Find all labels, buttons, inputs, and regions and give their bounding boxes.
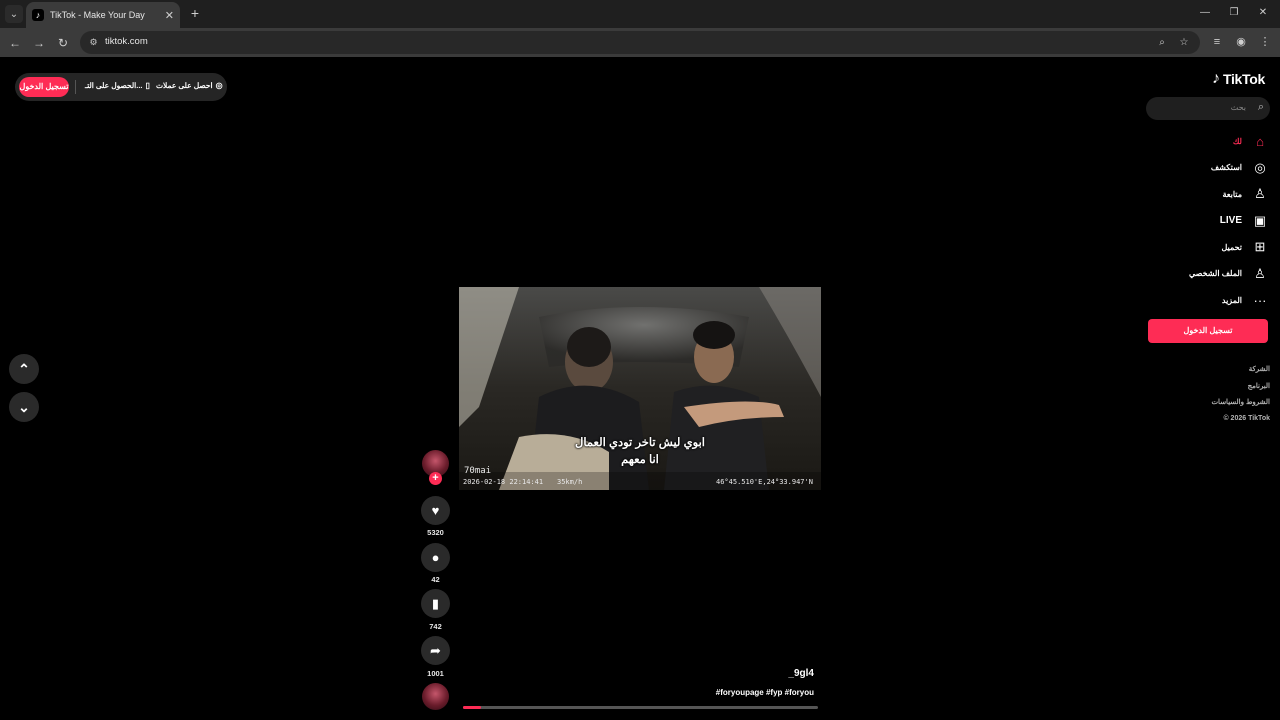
sidebar-item-label: المزيد <box>1221 295 1242 305</box>
coin-icon: ◎ <box>215 81 223 90</box>
sidebar-item-label: استكشف <box>1210 163 1242 173</box>
sidebar-login-button[interactable]: تسجيل الدخول <box>1148 319 1268 343</box>
like-count: 5320 <box>427 528 444 537</box>
dashcam-speed: 35km/h <box>557 478 583 486</box>
bookmark-icon: ▮ <box>431 596 440 611</box>
footer-link-program[interactable]: البرنامج <box>1211 382 1270 399</box>
search-icon[interactable]: ⌕ <box>1258 101 1264 114</box>
new-tab-button[interactable]: + <box>187 5 203 21</box>
get-app-button[interactable]: الحصول على التـ... ▯ <box>85 81 150 90</box>
compass-icon: ◎ <box>1254 159 1266 175</box>
site-info-icon[interactable]: ⚙ <box>87 36 100 49</box>
footer-link-company[interactable]: الشركة <box>1211 365 1270 382</box>
sound-disc-avatar[interactable] <box>422 683 449 710</box>
back-button[interactable]: ← <box>6 34 24 52</box>
video-progress-fill <box>463 706 481 709</box>
sidebar-item-label: تحميل <box>1221 242 1243 252</box>
video-hashtags[interactable]: #foryoupage #fyp #foryou <box>660 688 814 697</box>
heart-icon: ♥ <box>431 503 440 518</box>
sidebar-item-label: الملف الشخصي <box>1188 269 1242 279</box>
media-controls-icon[interactable]: ≡ <box>1209 34 1225 50</box>
get-app-label: الحصول على التـ... <box>85 81 143 90</box>
comment-count: 42 <box>431 575 440 584</box>
sidebar-item-for-you[interactable]: لك ⌂ <box>1138 128 1268 155</box>
like-button[interactable]: ♥ <box>421 496 450 525</box>
sidebar-item-explore[interactable]: استكشف ◎ <box>1138 155 1268 182</box>
sidebar-item-upload[interactable]: تحميل ⊞ <box>1138 234 1268 261</box>
share-count: 1001 <box>427 669 444 678</box>
next-video-button[interactable]: ⌄ <box>9 392 39 422</box>
tiktok-favicon-icon: ♪ <box>32 9 44 21</box>
search-placeholder: بحث <box>1230 103 1246 112</box>
share-button[interactable]: ➦ <box>421 636 450 665</box>
author-username[interactable]: _9gl4 <box>700 668 814 679</box>
bookmark-star-icon[interactable]: ☆ <box>1177 36 1191 50</box>
video-subtitle-line-1: ابوي ليش تاخر تودي العمال <box>575 437 705 449</box>
minimize-button[interactable]: — <box>1196 5 1214 21</box>
top-action-bar: تسجيل الدخول الحصول على التـ... ▯ احصل ع… <box>15 73 227 101</box>
video-player[interactable]: ابوي ليش تاخر تودي العمال انا معهم 70mai… <box>459 287 821 490</box>
close-window-button[interactable]: ✕ <box>1254 5 1272 21</box>
user-plus-icon: ♙ <box>1254 186 1266 202</box>
save-count: 742 <box>429 622 442 631</box>
dashcam-brand: 70mai <box>464 466 492 476</box>
video-subtitle-line-2: انا معهم <box>621 454 659 466</box>
live-icon: ▣ <box>1253 212 1267 228</box>
sidebar-item-live[interactable]: LIVE ▣ <box>1138 208 1268 235</box>
dashcam-gps: 46°45.510'E,24°33.947'N <box>716 478 813 486</box>
home-icon: ⌂ <box>1256 133 1264 149</box>
tiktok-page: تسجيل الدخول الحصول على التـ... ▯ احصل ع… <box>0 57 1280 720</box>
footer-copyright: © 2026 TikTok <box>1223 414 1270 422</box>
tab-close-icon[interactable]: ✕ <box>165 9 174 22</box>
tab-title: TikTok - Make Your Day <box>50 10 145 20</box>
logo-wordmark: TikTok <box>1222 71 1265 87</box>
sidebar-item-label: LIVE <box>1219 215 1242 227</box>
url-text: tiktok.com <box>105 36 148 47</box>
address-bar[interactable]: ⚙ tiktok.com ⌕ ☆ <box>80 31 1200 54</box>
sidebar-item-label: متابعة <box>1222 189 1242 199</box>
footer-link-terms[interactable]: الشروط والسياسات <box>1211 398 1270 415</box>
comment-icon: ● <box>431 550 440 565</box>
browser-tab-bar: ⌄ ♪ TikTok - Make Your Day ✕ + — ❐ ✕ <box>0 0 1280 28</box>
upload-icon: ⊞ <box>1254 239 1266 255</box>
menu-kebab-icon[interactable]: ⋮ <box>1257 34 1273 50</box>
previous-video-button[interactable]: ⌃ <box>9 354 39 384</box>
top-login-button[interactable]: تسجيل الدخول <box>19 77 69 97</box>
tiktok-note-icon: ♪ <box>1211 70 1220 87</box>
sidebar-item-more[interactable]: المزيد ··· <box>1138 287 1268 314</box>
save-button[interactable]: ▮ <box>421 589 450 618</box>
follow-button[interactable]: + <box>429 472 442 485</box>
more-icon: ··· <box>1253 292 1267 308</box>
browser-toolbar: ← → ↻ ⚙ tiktok.com ⌕ ☆ ≡ ◉ ⋮ <box>0 28 1280 57</box>
dashcam-timestamp: 2026-02-18 22:14:41 <box>463 478 544 486</box>
zoom-icon[interactable]: ⌕ <box>1155 36 1169 50</box>
browser-tab-active[interactable]: ♪ TikTok - Make Your Day ✕ <box>26 2 180 28</box>
tab-search-button[interactable]: ⌄ <box>5 5 23 23</box>
sidebar-item-following[interactable]: متابعة ♙ <box>1138 181 1268 208</box>
search-input[interactable]: بحث ⌕ <box>1146 97 1270 120</box>
comment-button[interactable]: ● <box>421 543 450 572</box>
profile-icon[interactable]: ◉ <box>1233 34 1249 50</box>
divider <box>75 80 76 94</box>
sidebar-item-profile[interactable]: الملف الشخصي ♙ <box>1138 261 1268 288</box>
sidebar-nav: لك ⌂ استكشف ◎ متابعة ♙ LIVE ▣ تحميل ⊞ ال… <box>1138 128 1268 314</box>
forward-button[interactable]: → <box>30 34 48 52</box>
restore-button[interactable]: ❐ <box>1225 5 1243 21</box>
sidebar-item-label: لك <box>1232 136 1242 146</box>
reload-button[interactable]: ↻ <box>54 34 72 52</box>
share-icon: ➦ <box>430 643 441 658</box>
profile-icon: ♙ <box>1254 265 1266 281</box>
video-progress-bar[interactable] <box>463 706 818 709</box>
get-coins-label: احصل على عملات <box>156 81 213 90</box>
sidebar-footer: الشركة البرنامج الشروط والسياسات © 2026 … <box>1211 365 1270 431</box>
tiktok-logo[interactable]: ♪ TikTok <box>1212 70 1265 88</box>
phone-icon: ▯ <box>145 81 150 90</box>
get-coins-button[interactable]: احصل على عملات ◎ <box>156 81 223 90</box>
